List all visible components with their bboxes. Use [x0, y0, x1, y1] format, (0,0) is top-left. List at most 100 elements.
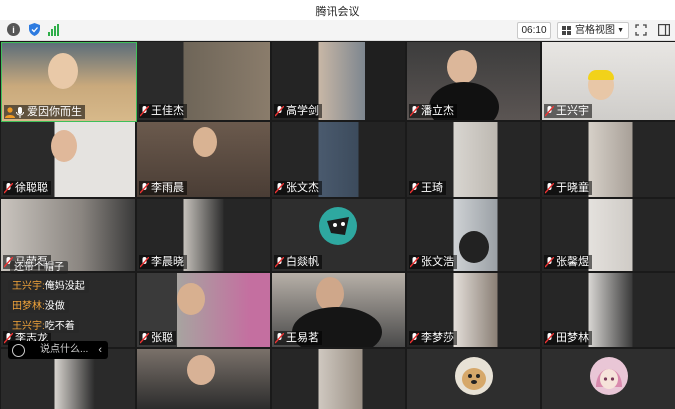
fullscreen-icon[interactable] [635, 23, 647, 36]
participant-name-label: 徐聪聪 [3, 181, 51, 195]
grid-icon [562, 26, 571, 35]
participant-name: 潘立杰 [421, 105, 454, 117]
mic-muted-icon [275, 256, 284, 268]
participant-name-label: 张文浩 [409, 255, 457, 269]
participant-name-label: 潘立杰 [409, 104, 457, 118]
participant-avatar [319, 207, 357, 245]
participant-name-label: 王佳杰 [139, 104, 187, 118]
info-icon[interactable]: i [7, 23, 20, 36]
participant-tile[interactable]: 田梦林 [542, 273, 675, 347]
participant-name: 李梦莎 [421, 332, 454, 344]
chat-input[interactable]: 说点什么... ‹ [8, 341, 108, 359]
participant-name: 田梦林 [556, 332, 589, 344]
mic-muted-icon [140, 256, 149, 268]
participant-name: 高学剑 [286, 105, 319, 117]
participant-name: 王易茗 [286, 332, 319, 344]
participant-name: 张文浩 [421, 256, 454, 268]
participant-name-label: 高学剑 [274, 104, 322, 118]
participant-name: 于晓童 [556, 182, 589, 194]
title-bar: 腾讯会议 [0, 0, 675, 20]
participant-tile[interactable]: 于晓童 [542, 122, 675, 197]
emoji-icon[interactable] [12, 344, 25, 357]
meeting-toolbar: i 06:10 宫格视图 ▼ [0, 20, 675, 41]
chat-message: 还带个帽子 [10, 261, 68, 274]
participant-tile[interactable]: 王易茗 [272, 273, 405, 347]
participant-tile[interactable]: 潘立杰 [407, 42, 540, 120]
chat-message: 田梦林:没做 [8, 300, 69, 313]
participant-avatar [455, 357, 493, 395]
participant-name-label: 白燚帆 [274, 255, 322, 269]
participant-name: 张文杰 [286, 182, 319, 194]
collapse-chat-icon[interactable]: ‹ [98, 341, 102, 359]
mic-muted-icon [4, 182, 13, 194]
mic-icon [16, 106, 25, 118]
mic-muted-icon [410, 105, 419, 117]
participant-name-label: 田梦林 [544, 331, 592, 345]
mic-muted-icon [545, 182, 554, 194]
mic-muted-icon [410, 182, 419, 194]
participant-name: 张聪 [151, 332, 173, 344]
participant-tile[interactable] [137, 349, 270, 409]
participant-name: 白燚帆 [286, 256, 319, 268]
caret-down-icon: ▼ [617, 27, 624, 34]
participant-name-label: 王兴宇 [544, 104, 592, 118]
participant-tile[interactable]: 王琦 [407, 122, 540, 197]
participant-name-label: 张文杰 [274, 181, 322, 195]
mic-muted-icon [545, 332, 554, 344]
participant-name-label: 李雨晨 [139, 181, 187, 195]
mic-muted-icon [545, 256, 554, 268]
participant-name: 李晨晓 [151, 256, 184, 268]
view-mode-label: 宫格视图 [575, 25, 615, 36]
participant-tile[interactable] [407, 349, 540, 409]
participant-tile[interactable]: 徐聪聪 [1, 122, 135, 197]
participant-tile[interactable]: 王兴宇 [542, 42, 675, 120]
chat-placeholder: 说点什么... [40, 344, 89, 355]
participant-tile[interactable]: 高学剑 [272, 42, 405, 120]
participant-tile[interactable] [272, 349, 405, 409]
mic-muted-icon [140, 105, 149, 117]
participant-name-label: 王易茗 [274, 331, 322, 345]
participant-tile[interactable]: 李晨晓 [137, 199, 270, 271]
sidebar-toggle-icon[interactable] [658, 23, 671, 37]
participant-name: 爱因你而生 [27, 106, 82, 118]
meeting-timer: 06:10 [517, 22, 551, 39]
video-grid: 爱因你而生 王佳杰 高学剑 潘立杰 王兴宇 徐聪聪 李雨晨 张文杰 王琦 于晓童… [0, 41, 675, 409]
participant-name-label: 李晨晓 [139, 255, 187, 269]
mic-muted-icon [545, 105, 554, 117]
shield-icon[interactable] [28, 23, 41, 36]
mic-muted-icon [410, 332, 419, 344]
participant-tile[interactable]: 李雨晨 [137, 122, 270, 197]
mic-muted-icon [275, 182, 284, 194]
participant-tile[interactable]: 张文浩 [407, 199, 540, 271]
mic-muted-icon [275, 105, 284, 117]
chat-message: 王兴宇:吃不着 [8, 320, 79, 333]
mic-muted-icon [275, 332, 284, 344]
view-mode-dropdown[interactable]: 宫格视图 ▼ [557, 22, 629, 39]
participant-name-label: 李梦莎 [409, 331, 457, 345]
chat-message: 王兴宇:俺妈没起 [8, 280, 89, 293]
host-icon [5, 106, 15, 118]
participant-avatar [590, 357, 628, 395]
participant-tile[interactable]: 李梦莎 [407, 273, 540, 347]
participant-tile[interactable]: 张馨煜 [542, 199, 675, 271]
participant-tile[interactable]: 张文杰 [272, 122, 405, 197]
mic-muted-icon [140, 182, 149, 194]
participant-name: 徐聪聪 [15, 182, 48, 194]
participant-tile[interactable]: 爱因你而生 [1, 42, 137, 122]
participant-name-label: 于晓童 [544, 181, 592, 195]
participant-name: 李雨晨 [151, 182, 184, 194]
participant-name: 王佳杰 [151, 105, 184, 117]
window-title: 腾讯会议 [315, 6, 360, 18]
participant-name-label: 爱因你而生 [4, 105, 85, 119]
participant-name: 王琦 [421, 182, 443, 194]
participant-name: 王兴宇 [556, 105, 589, 117]
participant-tile[interactable]: 王佳杰 [137, 42, 270, 120]
mic-muted-icon [410, 256, 419, 268]
participant-tile[interactable]: 张聪 [137, 273, 270, 347]
participant-name-label: 张馨煜 [544, 255, 592, 269]
signal-icon[interactable] [47, 23, 60, 36]
participant-tile[interactable] [542, 349, 675, 409]
participant-tile[interactable]: 白燚帆 [272, 199, 405, 271]
participant-name-label: 张聪 [139, 331, 176, 345]
participant-name: 张馨煜 [556, 256, 589, 268]
